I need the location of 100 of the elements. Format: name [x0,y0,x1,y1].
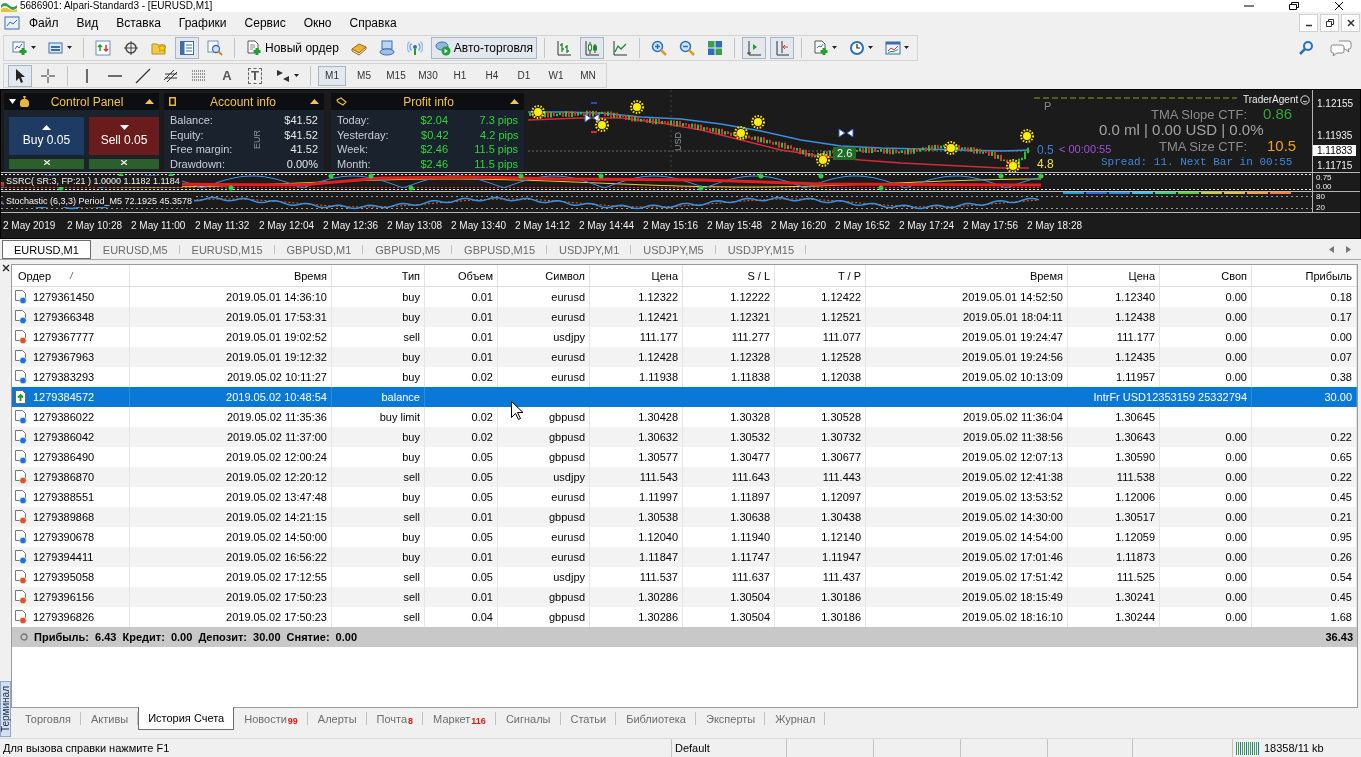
table-cell: 1279367777 [33,331,95,343]
panel-tab[interactable]: Активы [80,708,139,730]
table-row[interactable]: 1279386870 2019.05.02 12:20:12 sell 0.05 usdjpy 111.543 111.643 111.443 2019.05.02 12:41:38 111.538 0.00 0.22 [12,467,1357,487]
table-row[interactable]: 1279367963 2019.05.01 19:12:32 buy 0.01 eurusd 1.12428 1.12328 1.12528 2019.05.01 19:24:56 1.12435 0.00 0.07 [12,347,1357,367]
period-button[interactable]: M1 [318,65,346,86]
triangle-icon [9,99,16,104]
period-button[interactable]: M30 [414,65,442,86]
table-row[interactable]: 1279394411 2019.05.02 16:56:22 buy 0.01 eurusd 1.11847 1.11747 1.11947 2019.05.02 17:01:46 1.11873 0.00 0.26 [12,547,1357,567]
panel-title: Account info [208,94,277,109]
period-button[interactable]: M15 [382,65,410,86]
scroll-right-icon[interactable] [1346,246,1351,253]
close-icon[interactable] [1,264,10,272]
period-button[interactable]: H1 [446,65,474,86]
panel-tab[interactable]: Сигналы [495,708,561,730]
column-header[interactable]: Объем [425,265,498,286]
close-buy-button[interactable] [9,159,84,169]
menu-item[interactable]: Вид [67,13,108,32]
period-button[interactable]: MN [574,65,602,86]
column-header[interactable]: Тип [332,265,425,286]
menu-item[interactable]: Справка [340,13,406,32]
chart-tab[interactable]: USDJPY,M1 [547,240,632,259]
info-label: Yesterday: [337,128,389,141]
menu-item[interactable]: Вставка [107,13,170,32]
scroll-left-icon[interactable] [1329,246,1334,253]
panel-title: Profit info [402,94,455,109]
unread-count: 116 [471,716,486,726]
restore-icon[interactable] [1289,2,1299,10]
period-button[interactable]: H4 [478,65,506,86]
status-text: Default [675,742,710,754]
info-label: Today: [337,114,370,127]
column-header[interactable]: Время [866,265,1068,286]
panel-tab[interactable]: Эксперты [696,708,766,730]
play-badge-icon [434,39,451,56]
close-sell-button[interactable] [89,159,159,169]
table-row[interactable]: 1279395058 2019.05.02 17:12:55 sell 0.05 usdjpy 111.537 111.637 111.437 2019.05.02 17:51:42 111.525 0.00 0.54 [12,567,1357,587]
chart-tab[interactable]: USDJPY,M5 [631,240,716,259]
column-header[interactable]: Время [130,265,332,286]
panel-tab[interactable]: Библиотека [616,708,696,730]
table-cell: 1279366348 [33,311,95,323]
search-icon[interactable] [1298,39,1314,56]
minimize-icon[interactable] [1244,2,1254,10]
table-row[interactable]: 1279396826 2019.05.02 17:50:23 sell 0.04 gbpusd 1.30286 1.30504 1.30186 2019.05.02 18:16:10 1.30244 0.00 1.68 [12,607,1357,627]
table-row[interactable]: 1279386022 2019.05.02 11:35:36 buy limit 0.02 gbpusd 1.30428 1.30328 1.30528 2019.05.02 11:36:04 1.30645 [12,407,1357,427]
toolbar-button[interactable] [8,64,32,87]
info-label: Equity: [170,128,204,141]
table-row[interactable]: 1279361450 2019.05.01 14:36:10 buy 0.01 eurusd 1.12322 1.12222 1.12422 2019.05.01 14:52:50 1.12340 0.00 0.18 [12,287,1357,307]
text-tool-button[interactable]: T [243,64,267,87]
toolbar-button[interactable]: Авто-торговля [430,36,538,59]
panel-title: Control Panel [49,94,125,109]
panel-tab[interactable]: Журнал [765,708,826,730]
column-header[interactable]: S / L [683,265,775,286]
chart-tab[interactable]: EURUSD,M5 [90,240,180,259]
table-row[interactable]: 1279388551 2019.05.02 13:47:48 buy 0.05 eurusd 1.11997 1.11897 1.12097 2019.05.02 13:53:52 1.12006 0.00 0.45 [12,487,1357,507]
column-header[interactable]: Цена [590,265,683,286]
table-row[interactable]: 1279390678 2019.05.02 14:50:00 buy 0.05 eurusd 1.12040 1.11940 1.12140 2019.05.02 14:54:00 1.12059 0.00 0.95 [12,527,1357,547]
period-button[interactable]: W1 [542,65,570,86]
buy-button[interactable]: Buy 0.05 [9,117,84,155]
close-icon[interactable] [1334,2,1344,10]
column-header[interactable]: Своп [1160,265,1252,286]
waves-logo-icon [1,0,17,12]
panel-tab[interactable]: Алерты [307,708,367,730]
mouse-pointer-icon [511,401,523,420]
column-header[interactable]: Ордер [12,265,130,286]
column-header[interactable]: Символ [498,265,590,286]
table-row[interactable]: 1279386490 2019.05.02 12:00:24 buy 0.05 gbpusd 1.30577 1.30477 1.30677 2019.05.02 12:07:13 1.30590 0.00 0.65 [12,447,1357,467]
close-button[interactable] [1341,13,1360,32]
chart-tab[interactable]: USDJPY,M15 [715,240,807,259]
chart-tab[interactable]: GBPUSD,M15 [452,240,547,259]
table-row[interactable]: 1279384572 2019.05.02 10:48:54 balance IntrFr USD12353159 25332794 30.00 [12,387,1357,407]
panel-tab[interactable]: Статьи [560,708,617,730]
table-row[interactable]: 1279386042 2019.05.02 11:37:00 buy 0.02 gbpusd 1.30632 1.30532 1.30732 2019.05.02 11:38:56 1.30643 0.00 0.22 [12,427,1357,447]
sell-button[interactable]: Sell 0.05 [89,117,159,155]
column-header[interactable]: Прибыль [1252,265,1357,286]
panel-tab[interactable]: История Счета [138,707,235,730]
period-button[interactable]: D1 [510,65,538,86]
speech-bubbles-icon[interactable] [1330,39,1352,56]
panel-tab[interactable]: Торговля [15,708,81,730]
chart-tab[interactable]: GBPUSD,M5 [363,240,453,259]
column-header[interactable]: Цена [1068,265,1160,286]
table-row[interactable]: 1279367777 2019.05.01 19:02:52 sell 0.01 usdjpy 111.177 111.277 111.077 2019.05.01 19:24:47 111.177 0.00 0.00 [12,327,1357,347]
menu-item[interactable]: Сервис [235,13,295,32]
chart-tab[interactable]: EURUSD,M1 [2,240,91,259]
table-row[interactable]: 1279366348 2019.05.01 17:53:31 buy 0.01 eurusd 1.12421 1.12321 1.12521 2019.05.01 18:04:11 1.12438 0.00 0.17 [12,307,1357,327]
document-arrow-icon [15,390,27,404]
table-row[interactable]: 1279389868 2019.05.02 14:21:15 sell 0.01 gbpusd 1.30538 1.30638 1.30438 2019.05.02 14:30:00 1.30517 0.00 0.21 [12,507,1357,527]
toolbar-button[interactable]: Новый ордер [242,36,343,59]
table-row[interactable]: 1279396156 2019.05.02 17:50:23 sell 0.01 gbpusd 1.30286 1.30504 1.30186 2019.05.02 18:15:49 1.30241 0.00 0.45 [12,587,1357,607]
table-cell: 1279384572 [33,391,95,403]
chart-tab[interactable]: GBPUSD,M1 [274,240,364,259]
menu-item[interactable]: Окно [294,13,341,32]
column-header[interactable]: T / P [775,265,866,286]
menu-item[interactable]: Файл [20,13,68,32]
period-button[interactable]: M5 [350,65,378,86]
table-cell: 1279388551 [33,491,95,503]
text-tool-button[interactable]: A [215,64,239,87]
table-row[interactable]: 1279383293 2019.05.02 10:11:27 buy 0.02 eurusd 1.11938 1.11838 1.12038 2019.05.02 10:13:09 1.11957 0.00 0.38 [12,367,1357,387]
chart-tab[interactable]: EURUSD,M15 [179,240,275,259]
menu-item[interactable]: Графики [169,13,236,32]
axis-shift-icon [774,39,791,56]
restore-button[interactable] [1320,13,1339,32]
